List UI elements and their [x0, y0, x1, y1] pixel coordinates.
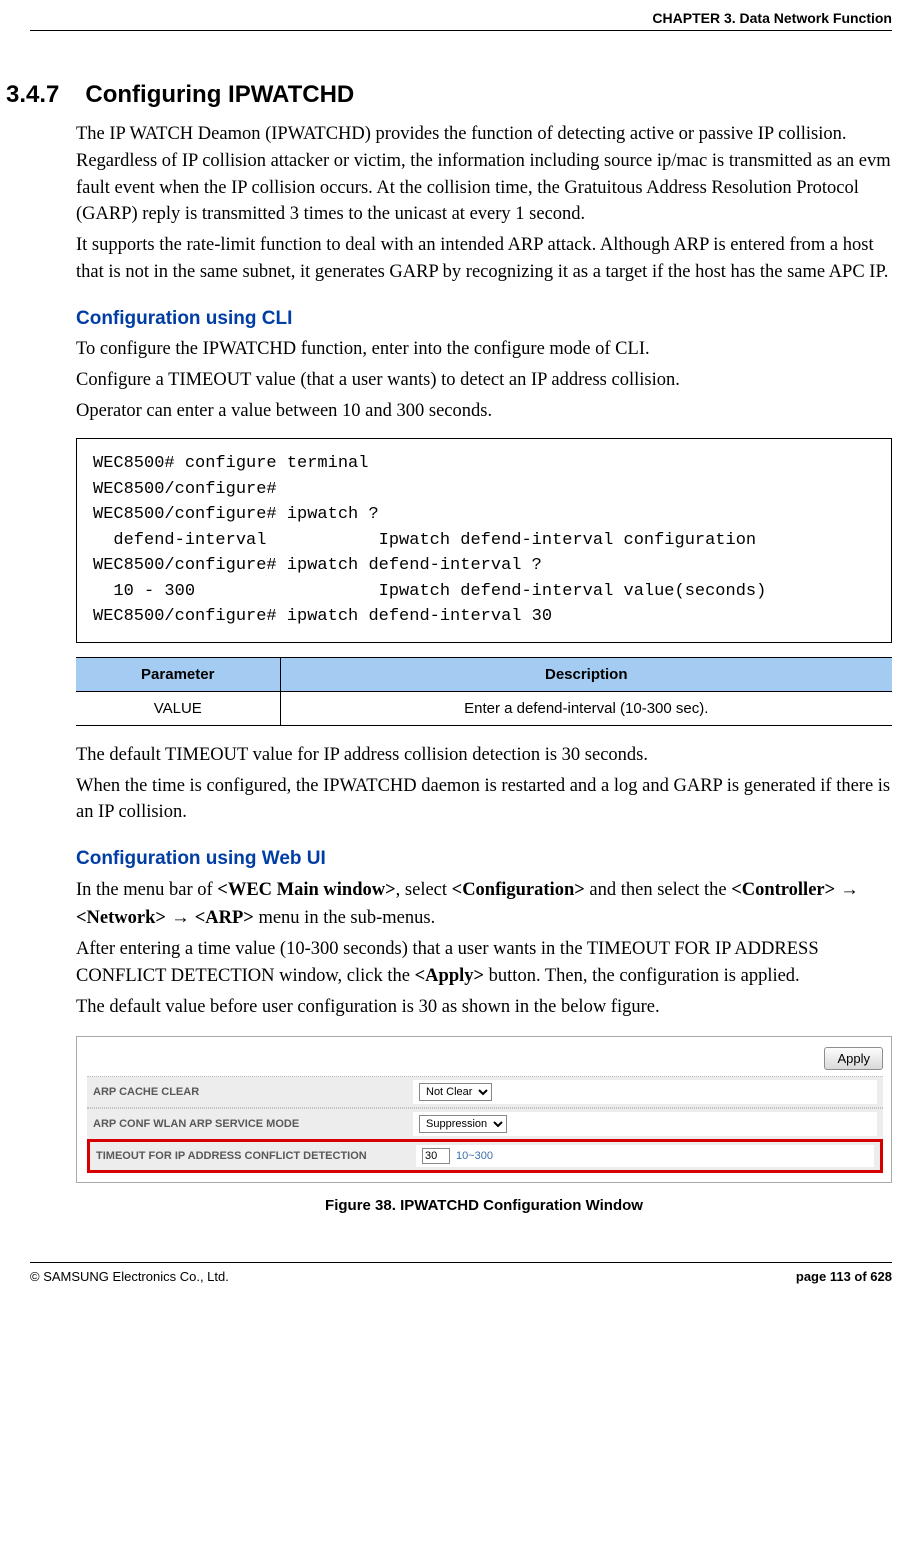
text-fragment: menu in the sub-menus.: [254, 908, 435, 928]
parameter-table: Parameter Description VALUE Enter a defe…: [76, 657, 892, 726]
text-fragment: , select: [396, 880, 452, 900]
nav-arp: <ARP>: [195, 908, 254, 928]
table-row: VALUE Enter a defend-interval (10-300 se…: [76, 691, 892, 725]
figure-caption: Figure 38. IPWATCHD Configuration Window: [76, 1197, 892, 1214]
arrow-icon: →: [835, 878, 859, 899]
config-window-figure: Apply ARP CACHE CLEAR Not Clear ARP CONF…: [76, 1036, 892, 1183]
config-row-timeout-ip-conflict: TIMEOUT FOR IP ADDRESS CONFLICT DETECTIO…: [87, 1139, 883, 1173]
config-label: ARP CONF WLAN ARP SERVICE MODE: [93, 1118, 413, 1130]
arp-service-mode-select[interactable]: Suppression: [419, 1115, 507, 1133]
timeout-input[interactable]: [422, 1148, 450, 1164]
post-cli-p2: When the time is configured, the IPWATCH…: [76, 773, 892, 827]
table-cell-param: VALUE: [76, 691, 280, 725]
timeout-hint: 10~300: [456, 1150, 493, 1162]
text-fragment: In the menu bar of: [76, 880, 217, 900]
arp-cache-clear-select[interactable]: Not Clear: [419, 1083, 492, 1101]
webui-heading: Configuration using Web UI: [76, 848, 892, 870]
intro-paragraph-1: The IP WATCH Deamon (IPWATCHD) provides …: [76, 121, 892, 228]
table-header-description: Description: [280, 657, 892, 691]
section-title: Configuring IPWATCHD: [85, 81, 354, 109]
nav-controller: <Controller>: [731, 880, 835, 900]
webui-p3: The default value before user configurat…: [76, 994, 892, 1021]
cli-heading: Configuration using CLI: [76, 308, 892, 330]
nav-configuration: <Configuration>: [452, 880, 585, 900]
cli-paragraph-3: Operator can enter a value between 10 an…: [76, 398, 892, 425]
config-label: ARP CACHE CLEAR: [93, 1086, 413, 1098]
table-header-parameter: Parameter: [76, 657, 280, 691]
nav-network: <Network>: [76, 908, 166, 928]
post-cli-p1: The default TIMEOUT value for IP address…: [76, 742, 892, 769]
nav-main-window: <WEC Main window>: [217, 880, 395, 900]
config-row-arp-cache-clear: ARP CACHE CLEAR Not Clear: [87, 1076, 883, 1108]
arrow-icon: →: [166, 906, 195, 927]
webui-p2: After entering a time value (10-300 seco…: [76, 936, 892, 990]
cli-paragraph-2: Configure a TIMEOUT value (that a user w…: [76, 367, 892, 394]
config-label: TIMEOUT FOR IP ADDRESS CONFLICT DETECTIO…: [96, 1150, 416, 1162]
apply-label-bold: <Apply>: [415, 966, 484, 986]
footer-copyright: © SAMSUNG Electronics Co., Ltd.: [30, 1269, 229, 1284]
text-fragment: and then select the: [585, 880, 731, 900]
page-footer: © SAMSUNG Electronics Co., Ltd. page 113…: [30, 1263, 892, 1284]
cli-paragraph-1: To configure the IPWATCHD function, ente…: [76, 336, 892, 363]
cli-code-block: WEC8500# configure terminal WEC8500/conf…: [76, 438, 892, 643]
footer-page-number: page 113 of 628: [796, 1269, 892, 1284]
intro-paragraph-2: It supports the rate-limit function to d…: [76, 232, 892, 286]
section-number: 3.4.7: [6, 81, 59, 109]
table-cell-desc: Enter a defend-interval (10-300 sec).: [280, 691, 892, 725]
apply-button[interactable]: Apply: [824, 1047, 883, 1070]
chapter-header: CHAPTER 3. Data Network Function: [30, 10, 892, 31]
webui-nav-paragraph: In the menu bar of <WEC Main window>, se…: [76, 876, 892, 932]
text-fragment: button. Then, the configuration is appli…: [484, 966, 800, 986]
section-heading: 3.4.7 Configuring IPWATCHD: [30, 81, 892, 109]
config-row-arp-service-mode: ARP CONF WLAN ARP SERVICE MODE Suppressi…: [87, 1108, 883, 1140]
